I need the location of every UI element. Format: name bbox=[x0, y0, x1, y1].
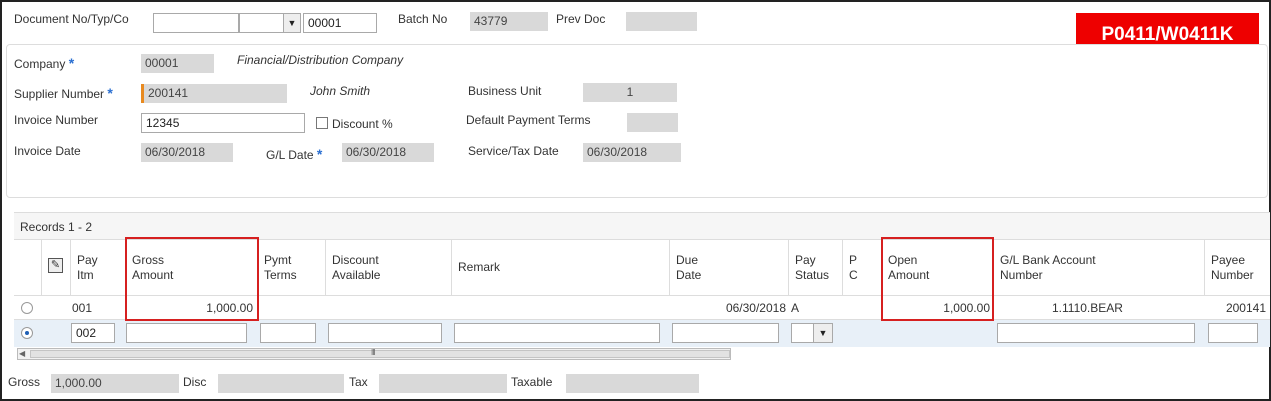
col-pay-status[interactable]: Pay Status bbox=[789, 239, 843, 295]
column-settings-header[interactable]: ✎ bbox=[42, 239, 71, 295]
gl-date-value: 06/30/2018 bbox=[342, 143, 434, 162]
col-pay-itm[interactable]: Pay Itm bbox=[71, 239, 126, 295]
cell-due-date: 06/30/2018 bbox=[725, 301, 786, 315]
open-amount-highlight bbox=[881, 237, 994, 321]
records-count: Records 1 - 2 bbox=[20, 220, 93, 234]
batch-no-label: Batch No bbox=[398, 12, 448, 26]
pay-status-select[interactable]: ▼ bbox=[791, 323, 833, 343]
col-pc[interactable]: PC bbox=[843, 239, 882, 295]
document-company-input[interactable]: 00001 bbox=[303, 13, 377, 33]
col-pymt-terms[interactable]: Pymt Terms bbox=[258, 239, 326, 295]
supplier-name: John Smith bbox=[310, 84, 371, 98]
supplier-number-value[interactable]: 200141 bbox=[141, 84, 287, 103]
default-payment-terms-label: Default Payment Terms bbox=[466, 113, 591, 127]
gross-amount-input[interactable] bbox=[126, 323, 247, 343]
pymt-terms-input[interactable] bbox=[260, 323, 316, 343]
prev-doc-label: Prev Doc bbox=[556, 12, 606, 26]
scrollbar-thumb[interactable]: III bbox=[30, 348, 730, 358]
col-discount-available[interactable]: Discount Available bbox=[326, 239, 452, 295]
taxable-total-value bbox=[566, 374, 699, 393]
disc-total-value bbox=[218, 374, 344, 393]
tax-total-label: Tax bbox=[349, 375, 368, 389]
document-no-label: Document No/Typ/Co bbox=[14, 12, 129, 26]
select-column-header bbox=[14, 239, 42, 295]
business-unit-value: 1 bbox=[583, 83, 677, 102]
remark-input[interactable] bbox=[454, 323, 660, 343]
default-payment-terms-value bbox=[627, 113, 678, 132]
taxable-total-label: Taxable bbox=[511, 375, 553, 389]
business-unit-label: Business Unit bbox=[468, 84, 542, 98]
cell-payee-number: 200141 bbox=[1225, 301, 1266, 315]
supplier-number-label: Supplier Number * bbox=[14, 85, 113, 101]
scroll-left-icon[interactable]: ◀ bbox=[19, 349, 25, 359]
gl-bank-account-input[interactable] bbox=[997, 323, 1195, 343]
discount-available-input[interactable] bbox=[328, 323, 442, 343]
chevron-down-icon[interactable]: ▼ bbox=[283, 14, 300, 32]
service-tax-date-value: 06/30/2018 bbox=[583, 143, 681, 162]
table-row[interactable]: 002 ▼ bbox=[14, 320, 1270, 347]
scroll-grip: III bbox=[371, 348, 376, 357]
col-payee-number[interactable]: Payee Number bbox=[1205, 239, 1270, 295]
company-value: 00001 bbox=[141, 54, 214, 73]
col-remark[interactable]: Remark bbox=[452, 239, 670, 295]
invoice-date-label: Invoice Date bbox=[14, 144, 81, 158]
company-name: Financial/Distribution Company bbox=[237, 53, 404, 67]
invoice-number-label: Invoice Number bbox=[14, 113, 99, 127]
gl-date-label: G/L Date * bbox=[266, 146, 323, 162]
batch-no-value: 43779 bbox=[470, 12, 548, 31]
pencil-grid-icon[interactable]: ✎ bbox=[48, 258, 63, 273]
cell-gl-bank-account: 1.1110.BEAR bbox=[1052, 301, 1123, 315]
col-gl-bank-account[interactable]: G/L Bank Account Number bbox=[994, 239, 1205, 295]
invoice-date-value: 06/30/2018 bbox=[141, 143, 233, 162]
row-select-radio[interactable] bbox=[21, 302, 33, 314]
asterisk-icon: * bbox=[68, 55, 75, 71]
document-type-select[interactable]: ▼ bbox=[239, 13, 301, 33]
cell-pay-status: A bbox=[791, 301, 800, 315]
chevron-down-icon[interactable]: ▼ bbox=[813, 324, 832, 342]
document-no-input[interactable] bbox=[153, 13, 239, 33]
discount-checkbox[interactable] bbox=[316, 117, 328, 129]
row-select-radio[interactable] bbox=[21, 327, 33, 339]
company-label: Company * bbox=[14, 55, 75, 71]
grid-title-bar bbox=[14, 213, 1270, 239]
prev-doc-value bbox=[626, 12, 697, 31]
gross-total-value: 1,000.00 bbox=[51, 374, 179, 393]
service-tax-date-label: Service/Tax Date bbox=[468, 144, 559, 158]
tax-total-value bbox=[379, 374, 507, 393]
asterisk-icon: * bbox=[107, 85, 113, 101]
horizontal-scrollbar[interactable]: ◀ III bbox=[17, 348, 731, 360]
gross-total-label: Gross bbox=[8, 375, 41, 389]
due-date-input[interactable] bbox=[672, 323, 779, 343]
asterisk-icon: * bbox=[316, 146, 323, 162]
discount-label: Discount % bbox=[332, 117, 393, 131]
cell-pay-itm: 001 bbox=[72, 301, 93, 315]
pay-itm-input[interactable]: 002 bbox=[71, 323, 115, 343]
gross-amount-highlight bbox=[125, 237, 259, 321]
invoice-number-input[interactable]: 12345 bbox=[141, 113, 305, 133]
disc-total-label: Disc bbox=[183, 375, 207, 389]
payee-number-input[interactable] bbox=[1208, 323, 1258, 343]
col-due-date[interactable]: Due Date bbox=[670, 239, 789, 295]
